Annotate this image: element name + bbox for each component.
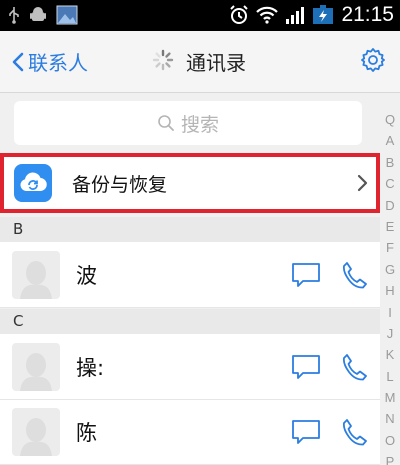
chevron-right-icon (357, 174, 368, 192)
index-letter-k[interactable]: K (386, 344, 395, 365)
backup-restore-label: 备份与恢复 (72, 173, 168, 196)
index-letter-o[interactable]: O (385, 430, 395, 451)
avatar (12, 342, 60, 391)
android-debug-icon (30, 6, 46, 24)
index-letter-a[interactable]: A (386, 130, 395, 151)
back-label: 联系人 (28, 51, 88, 75)
section-header-c: C (0, 309, 380, 334)
contact-row[interactable]: 操: (0, 334, 380, 400)
index-letter-h[interactable]: H (385, 280, 394, 301)
nav-bar: 联系人 通讯录 (0, 31, 400, 93)
section-header-b: B (0, 217, 380, 242)
loading-spinner-icon (152, 49, 174, 75)
battery-charging-icon (312, 5, 334, 25)
index-letter-l[interactable]: L (386, 366, 393, 387)
message-button[interactable] (286, 255, 326, 295)
call-button[interactable] (334, 255, 374, 295)
contact-name: 波 (76, 263, 97, 288)
back-button[interactable]: 联系人 (12, 47, 88, 76)
index-letter-m[interactable]: M (385, 387, 396, 408)
page-title: 通讯录 (186, 51, 246, 75)
index-letter-b[interactable]: B (386, 152, 395, 173)
call-button[interactable] (334, 347, 374, 387)
status-bar: 21:15 (0, 0, 400, 31)
message-icon (292, 262, 320, 287)
index-letter-f[interactable]: F (386, 237, 394, 258)
search-icon (158, 115, 174, 131)
message-button[interactable] (286, 412, 326, 452)
default-avatar-icon (20, 260, 52, 299)
index-search-icon[interactable]: Q (385, 109, 395, 130)
message-icon (292, 420, 320, 444)
clock-time: 21:15 (341, 3, 394, 26)
usb-icon (8, 6, 20, 24)
image-notification-icon (56, 5, 78, 25)
contact-row[interactable]: 陈 (0, 400, 380, 465)
message-icon (292, 354, 320, 379)
wifi-icon (256, 6, 279, 24)
contact-name: 陈 (76, 421, 97, 445)
default-avatar-icon (20, 418, 52, 456)
cloud-sync-icon (14, 164, 52, 202)
phone-icon (342, 261, 367, 288)
index-letter-d[interactable]: D (385, 195, 394, 216)
index-letter-p[interactable]: P (386, 451, 395, 465)
index-letter-j[interactable]: J (387, 323, 394, 344)
phone-icon (342, 419, 367, 446)
message-button[interactable] (286, 347, 326, 387)
search-input[interactable]: 搜索 (14, 101, 362, 145)
gear-icon (361, 48, 385, 72)
contact-name: 操: (76, 355, 105, 380)
settings-button[interactable] (360, 47, 386, 77)
phone-icon (342, 353, 367, 380)
chevron-left-icon (12, 52, 24, 71)
avatar (12, 408, 60, 456)
index-letter-i[interactable]: I (388, 302, 392, 323)
index-letter-c[interactable]: C (385, 173, 394, 194)
call-button[interactable] (334, 412, 374, 452)
alphabet-index[interactable]: Q A B C D E F G H I J K L M N O P (380, 93, 400, 465)
index-letter-e[interactable]: E (386, 216, 395, 237)
index-letter-g[interactable]: G (385, 259, 395, 280)
default-avatar-icon (20, 352, 52, 391)
alarm-icon (229, 5, 249, 25)
contact-row[interactable]: 波 (0, 242, 380, 308)
contact-list: 搜索 备份与恢复 B 波 C 操: 陈 (0, 93, 380, 465)
search-placeholder: 搜索 (180, 113, 219, 136)
signal-icon (285, 6, 305, 24)
backup-restore-item[interactable]: 备份与恢复 (0, 153, 380, 213)
avatar (12, 250, 60, 299)
index-letter-n[interactable]: N (385, 408, 394, 429)
